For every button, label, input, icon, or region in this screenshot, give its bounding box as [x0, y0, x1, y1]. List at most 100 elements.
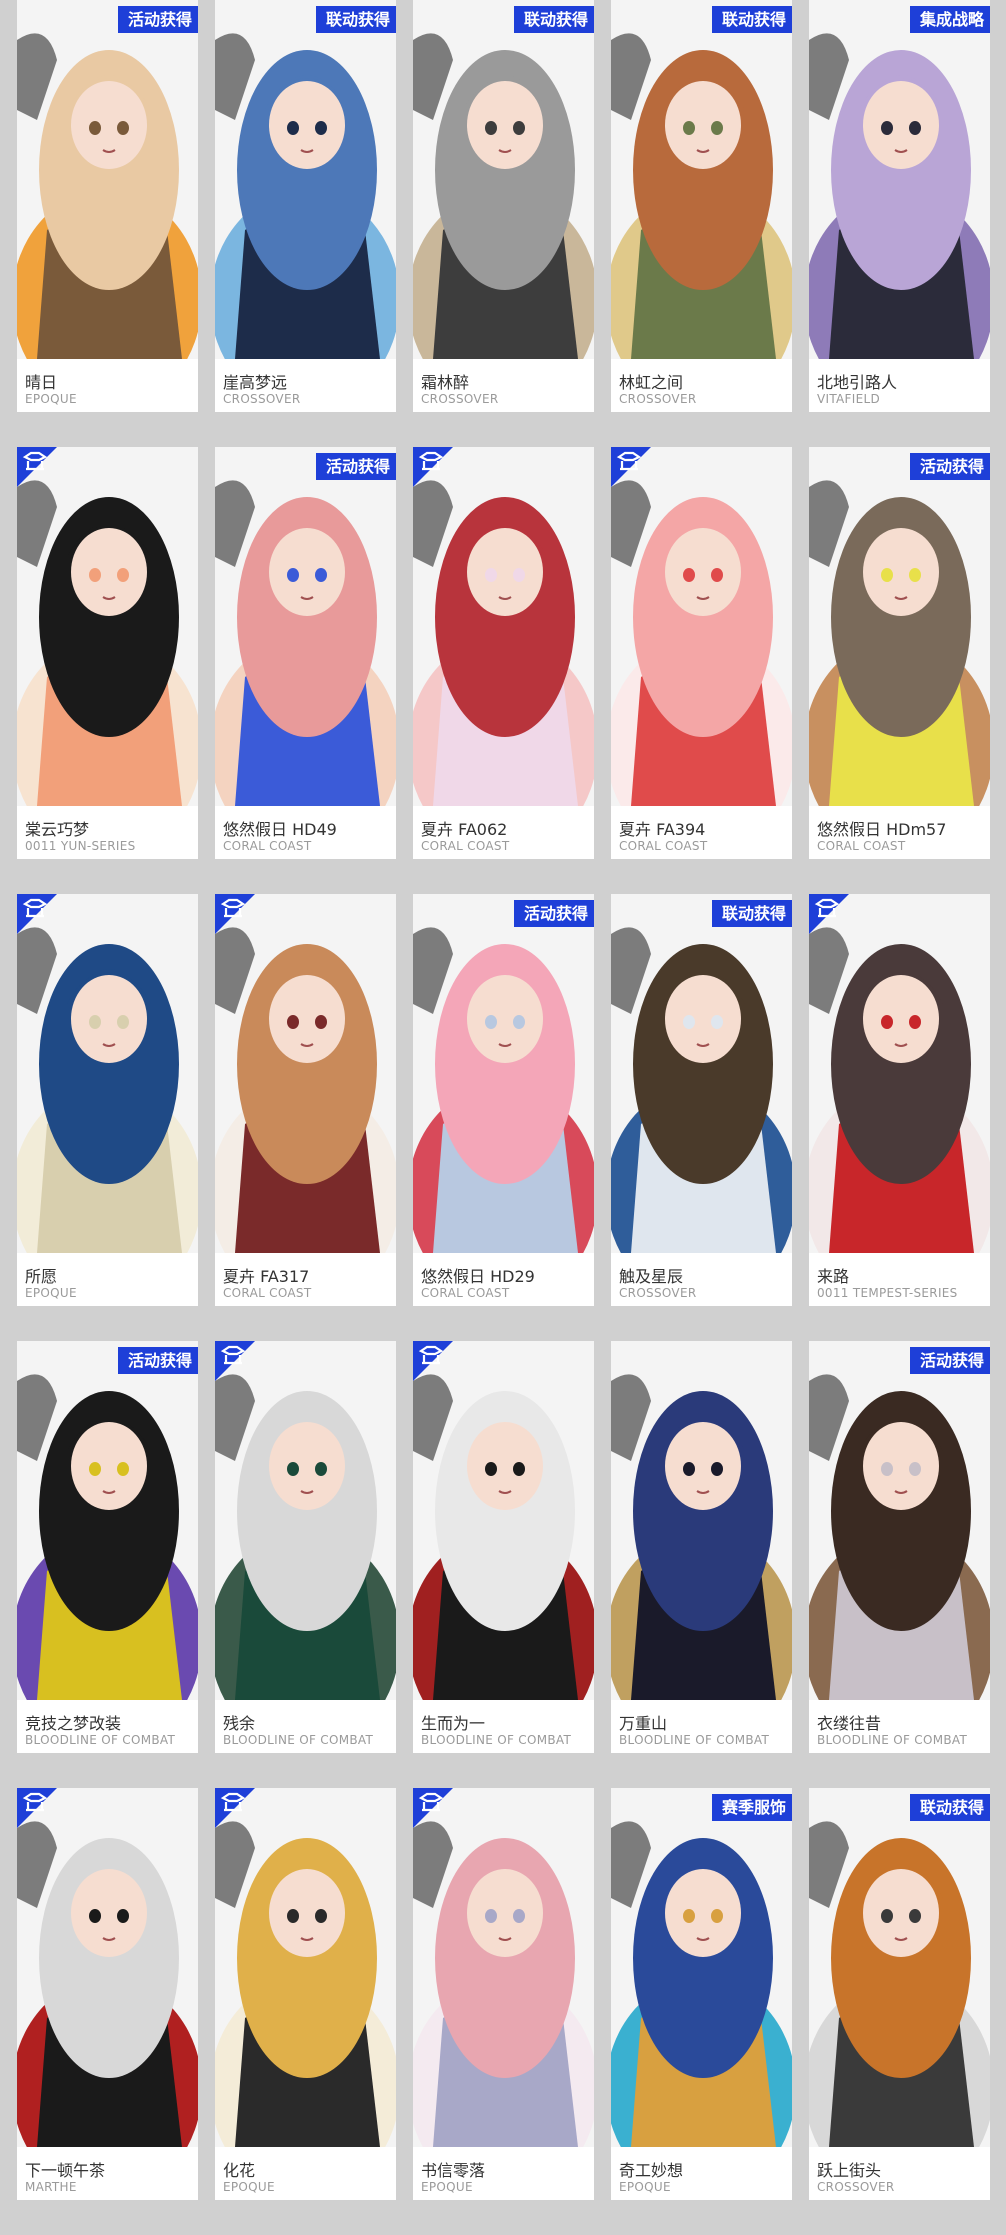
- skin-name: 下一顿午茶: [25, 2161, 106, 2180]
- skin-card-17[interactable]: 残余 BLOODLINE OF COMBAT: [215, 1341, 396, 1753]
- acquisition-tag: 活动获得: [909, 1347, 990, 1374]
- skin-artwork: [611, 1341, 792, 1700]
- skin-series: MARTHE: [25, 2180, 77, 2194]
- skin-series: EPOQUE: [25, 1286, 77, 1300]
- skin-name: 棠云巧梦: [25, 820, 90, 839]
- skin-artwork: [809, 447, 990, 806]
- acquisition-tag: 活动获得: [909, 453, 990, 480]
- skin-card-22[interactable]: 化花 EPOQUE: [215, 1788, 396, 2200]
- skin-name: 晴日: [25, 373, 58, 392]
- skin-info: 竞技之梦改装 BLOODLINE OF COMBAT: [17, 1700, 198, 1753]
- skin-series: CORAL COAST: [421, 1286, 510, 1300]
- skin-series: BLOODLINE OF COMBAT: [619, 1733, 770, 1747]
- skin-info: 书信零落 EPOQUE: [413, 2147, 594, 2200]
- skin-card-8[interactable]: 夏卉 FA062 CORAL COAST: [413, 447, 594, 859]
- skin-name: 触及星辰: [619, 1267, 684, 1286]
- skin-info: 晴日 EPOQUE: [17, 359, 198, 412]
- rarity-badge-icon: [809, 894, 867, 949]
- skin-series: EPOQUE: [25, 392, 77, 406]
- skin-card-15[interactable]: 来路 0011 TEMPEST-SERIES: [809, 894, 990, 1306]
- skin-series: EPOQUE: [619, 2180, 671, 2194]
- skin-card-23[interactable]: 书信零落 EPOQUE: [413, 1788, 594, 2200]
- skin-info: 下一顿午茶 MARTHE: [17, 2147, 198, 2200]
- acquisition-tag: 赛季服饰: [711, 1794, 792, 1821]
- acquisition-tag: 联动获得: [711, 6, 792, 33]
- skin-artwork: [17, 1341, 198, 1700]
- skin-info: 残余 BLOODLINE OF COMBAT: [215, 1700, 396, 1753]
- skin-artwork: [413, 0, 594, 359]
- skin-card-19[interactable]: 万重山 BLOODLINE OF COMBAT: [611, 1341, 792, 1753]
- skin-name: 来路: [817, 1267, 850, 1286]
- skin-artwork: [413, 894, 594, 1253]
- skin-name: 悠然假日 HDm57: [817, 820, 947, 839]
- rarity-badge-icon: [413, 1341, 471, 1396]
- skin-card-20[interactable]: 活动获得 衣缕往昔 BLOODLINE OF COMBAT: [809, 1341, 990, 1753]
- skin-info: 化花 EPOQUE: [215, 2147, 396, 2200]
- acquisition-tag: 活动获得: [315, 453, 396, 480]
- skin-series: CORAL COAST: [223, 839, 312, 853]
- skin-card-21[interactable]: 下一顿午茶 MARTHE: [17, 1788, 198, 2200]
- skin-artwork: [611, 1788, 792, 2147]
- skin-card-6[interactable]: 棠云巧梦 0011 YUN-SERIES: [17, 447, 198, 859]
- skin-series: BLOODLINE OF COMBAT: [817, 1733, 968, 1747]
- skin-card-13[interactable]: 活动获得 悠然假日 HD29 CORAL COAST: [413, 894, 594, 1306]
- skin-info: 来路 0011 TEMPEST-SERIES: [809, 1253, 990, 1306]
- skin-info: 悠然假日 HD49 CORAL COAST: [215, 806, 396, 859]
- skin-name: 衣缕往昔: [817, 1714, 882, 1733]
- acquisition-tag: 联动获得: [909, 1794, 990, 1821]
- skin-name: 崖高梦远: [223, 373, 288, 392]
- skin-info: 夏卉 FA062 CORAL COAST: [413, 806, 594, 859]
- skin-info: 万重山 BLOODLINE OF COMBAT: [611, 1700, 792, 1753]
- skin-info: 霜林醉 CROSSOVER: [413, 359, 594, 412]
- skin-card-24[interactable]: 赛季服饰 奇工妙想 EPOQUE: [611, 1788, 792, 2200]
- skin-series: CORAL COAST: [619, 839, 708, 853]
- skin-artwork: [611, 894, 792, 1253]
- rarity-badge-icon: [215, 894, 273, 949]
- skin-card-18[interactable]: 生而为一 BLOODLINE OF COMBAT: [413, 1341, 594, 1753]
- skin-series: CROSSOVER: [223, 392, 301, 406]
- skin-grid: 活动获得 晴日 EPOQUE 联动获得 崖高梦远 CROSSOVER 联动获得 …: [0, 0, 1006, 2235]
- skin-series: CROSSOVER: [619, 392, 697, 406]
- skin-artwork: [809, 1788, 990, 2147]
- skin-name: 生而为一: [421, 1714, 486, 1733]
- skin-series: 0011 TEMPEST-SERIES: [817, 1286, 958, 1300]
- skin-name: 化花: [223, 2161, 256, 2180]
- skin-name: 北地引路人: [817, 373, 898, 392]
- skin-card-12[interactable]: 夏卉 FA317 CORAL COAST: [215, 894, 396, 1306]
- skin-name: 悠然假日 HD49: [223, 820, 337, 839]
- skin-artwork: [611, 0, 792, 359]
- skin-name: 夏卉 FA062: [421, 820, 508, 839]
- skin-card-7[interactable]: 活动获得 悠然假日 HD49 CORAL COAST: [215, 447, 396, 859]
- skin-series: BLOODLINE OF COMBAT: [223, 1733, 374, 1747]
- acquisition-tag: 活动获得: [117, 1347, 198, 1374]
- skin-card-2[interactable]: 联动获得 崖高梦远 CROSSOVER: [215, 0, 396, 412]
- skin-series: BLOODLINE OF COMBAT: [25, 1733, 176, 1747]
- skin-info: 北地引路人 VITAFIELD: [809, 359, 990, 412]
- skin-series: CORAL COAST: [223, 1286, 312, 1300]
- skin-artwork: [809, 1341, 990, 1700]
- skin-name: 万重山: [619, 1714, 668, 1733]
- skin-card-10[interactable]: 活动获得 悠然假日 HDm57 CORAL COAST: [809, 447, 990, 859]
- skin-card-16[interactable]: 活动获得 竞技之梦改装 BLOODLINE OF COMBAT: [17, 1341, 198, 1753]
- acquisition-tag: 联动获得: [711, 900, 792, 927]
- rarity-badge-icon: [413, 1788, 471, 1843]
- skin-name: 悠然假日 HD29: [421, 1267, 535, 1286]
- skin-info: 生而为一 BLOODLINE OF COMBAT: [413, 1700, 594, 1753]
- skin-card-4[interactable]: 联动获得 林虹之间 CROSSOVER: [611, 0, 792, 412]
- skin-card-1[interactable]: 活动获得 晴日 EPOQUE: [17, 0, 198, 412]
- skin-info: 衣缕往昔 BLOODLINE OF COMBAT: [809, 1700, 990, 1753]
- skin-series: CROSSOVER: [619, 1286, 697, 1300]
- skin-series: BLOODLINE OF COMBAT: [421, 1733, 572, 1747]
- skin-name: 所愿: [25, 1267, 58, 1286]
- skin-card-14[interactable]: 联动获得 触及星辰 CROSSOVER: [611, 894, 792, 1306]
- skin-card-11[interactable]: 所愿 EPOQUE: [17, 894, 198, 1306]
- skin-series: EPOQUE: [421, 2180, 473, 2194]
- skin-card-3[interactable]: 联动获得 霜林醉 CROSSOVER: [413, 0, 594, 412]
- skin-series: CORAL COAST: [421, 839, 510, 853]
- skin-card-25[interactable]: 联动获得 跃上街头 CROSSOVER: [809, 1788, 990, 2200]
- skin-series: 0011 YUN-SERIES: [25, 839, 136, 853]
- skin-card-5[interactable]: 集成战略 北地引路人 VITAFIELD: [809, 0, 990, 412]
- skin-card-9[interactable]: 夏卉 FA394 CORAL COAST: [611, 447, 792, 859]
- skin-series: EPOQUE: [223, 2180, 275, 2194]
- rarity-badge-icon: [17, 447, 75, 502]
